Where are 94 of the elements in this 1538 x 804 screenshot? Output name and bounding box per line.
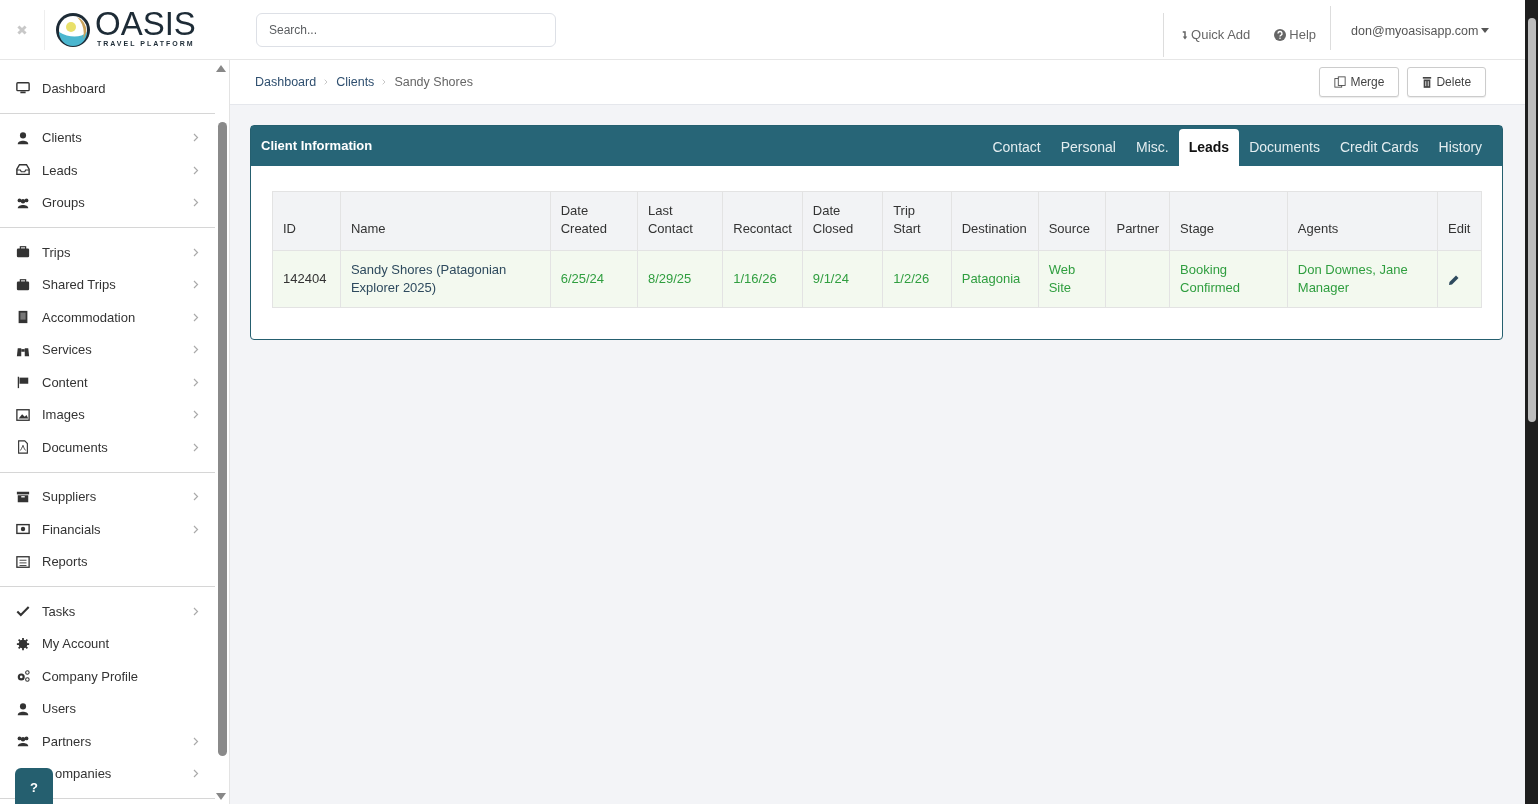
table-cell: 8/29/25 — [637, 250, 723, 308]
sidebar-item[interactable]: Groups — [0, 186, 215, 219]
sidebar-item[interactable]: Services — [0, 333, 215, 366]
money-icon — [16, 522, 30, 537]
sidebar-item[interactable]: Accommodation — [0, 301, 215, 334]
tab[interactable]: Personal — [1050, 129, 1126, 166]
scrollbar-thumb[interactable] — [218, 122, 227, 756]
sidebar-item[interactable]: Partners — [0, 725, 215, 758]
table-cell: Patagonia — [951, 250, 1039, 308]
sidebar-item[interactable]: Leads — [0, 154, 215, 187]
pdf-file-icon — [16, 440, 30, 455]
table-cell: Don Downes, Jane Manager — [1287, 250, 1438, 308]
card-title: Client Information — [261, 137, 374, 156]
caret-icon — [1481, 28, 1490, 34]
table-cell: 1/2/26 — [882, 250, 952, 308]
check-icon — [16, 604, 30, 619]
download-arrow-icon — [1182, 29, 1189, 40]
copy-icon — [1334, 76, 1347, 88]
sidebar-item[interactable]: My Account — [0, 627, 215, 660]
pencil-icon — [1448, 273, 1461, 286]
tab[interactable]: Contact — [982, 129, 1051, 166]
archive-icon — [16, 489, 30, 504]
sidebar-item[interactable]: Content — [0, 366, 215, 399]
user-icon — [16, 130, 30, 145]
breadcrumb-link[interactable]: Clients — [336, 72, 375, 92]
flag-icon — [16, 375, 30, 390]
sidebar-item[interactable]: Trips — [0, 236, 215, 269]
users-icon — [16, 734, 30, 749]
table-cell: 142404 — [272, 250, 341, 308]
column-header: Source — [1038, 191, 1106, 251]
quick-add-link[interactable]: Quick Add — [1182, 24, 1251, 45]
column-header: Agents — [1287, 191, 1438, 251]
suitcase-icon — [16, 277, 30, 292]
column-header: Recontact — [722, 191, 803, 251]
scrollbar-thumb[interactable] — [1528, 18, 1537, 422]
breadcrumb-link[interactable]: Dashboard — [255, 72, 317, 92]
tab[interactable]: Leads — [1178, 129, 1240, 166]
column-header: Destination — [951, 191, 1039, 251]
column-header: Stage — [1169, 191, 1288, 251]
image-icon — [16, 407, 30, 422]
sidebar-item[interactable]: Images — [0, 398, 215, 431]
column-header: Partner — [1105, 191, 1170, 251]
delete-button[interactable]: Delete — [1407, 67, 1487, 97]
suitcase-icon — [16, 245, 30, 260]
column-header: ID — [272, 191, 341, 251]
column-header: Edit — [1437, 191, 1482, 251]
help-button[interactable]: ? — [15, 768, 53, 804]
table-cell: 1/16/26 — [722, 250, 803, 308]
user-icon — [16, 701, 30, 716]
monitor-icon — [16, 81, 30, 96]
table-cell: Sandy Shores (Patagonian Explorer 2025) — [340, 250, 551, 308]
chevron-right-icon — [382, 79, 387, 85]
user-menu[interactable]: don@myoasisapp.com — [1351, 21, 1490, 41]
sidebar-item[interactable]: Financials — [0, 513, 215, 546]
sidebar-item[interactable]: Clients — [0, 121, 215, 154]
sidebar-item[interactable]: Shared Trips — [0, 268, 215, 301]
list-icon — [16, 554, 30, 569]
tab[interactable]: Credit Cards — [1329, 129, 1429, 166]
inbox-icon — [16, 163, 30, 178]
sidebar-item[interactable]: ompanies — [55, 757, 215, 790]
sidebar-item[interactable]: Reports — [0, 545, 215, 578]
tab[interactable]: History — [1428, 129, 1493, 166]
search-field[interactable]: Search... — [256, 12, 556, 47]
table-cell: 6/25/24 — [550, 250, 638, 308]
table-cell: 9/1/24 — [802, 250, 883, 308]
table-cell: Booking Confirmed — [1169, 250, 1288, 308]
logo-icon — [55, 11, 91, 48]
chevron-right-icon — [324, 79, 329, 85]
sidebar-item[interactable]: Tasks — [0, 595, 215, 628]
column-header: Date Created — [550, 191, 638, 251]
gears-icon — [16, 669, 30, 684]
sidebar-item[interactable]: Company Profile — [0, 660, 215, 693]
table-cell: Web Site — [1038, 250, 1106, 308]
close-icon — [16, 23, 28, 36]
help-link[interactable]: Help — [1274, 24, 1317, 45]
users-icon — [16, 195, 30, 210]
breadcrumb-current: Sandy Shores — [394, 73, 473, 91]
brand-name: OASIS — [95, 9, 196, 40]
merge-button[interactable]: Merge — [1319, 67, 1400, 97]
tab[interactable]: Misc. — [1126, 129, 1179, 166]
column-header: Trip Start — [882, 191, 952, 251]
building-icon — [16, 310, 30, 325]
help-icon — [1274, 28, 1287, 41]
tab[interactable]: Documents — [1239, 129, 1330, 166]
scroll-down-arrow[interactable] — [216, 793, 226, 800]
trash-icon — [1422, 76, 1433, 88]
sidebar-item[interactable]: Suppliers — [0, 480, 215, 513]
column-header: Last Contact — [637, 191, 723, 251]
column-header: Date Closed — [802, 191, 883, 251]
sidebar-item[interactable]: Documents — [0, 431, 215, 464]
gear-icon — [16, 636, 30, 651]
column-header: Name — [340, 191, 551, 251]
sidebar-item[interactable]: Users — [0, 692, 215, 725]
sidebar-item[interactable]: Dashboard — [0, 72, 215, 105]
